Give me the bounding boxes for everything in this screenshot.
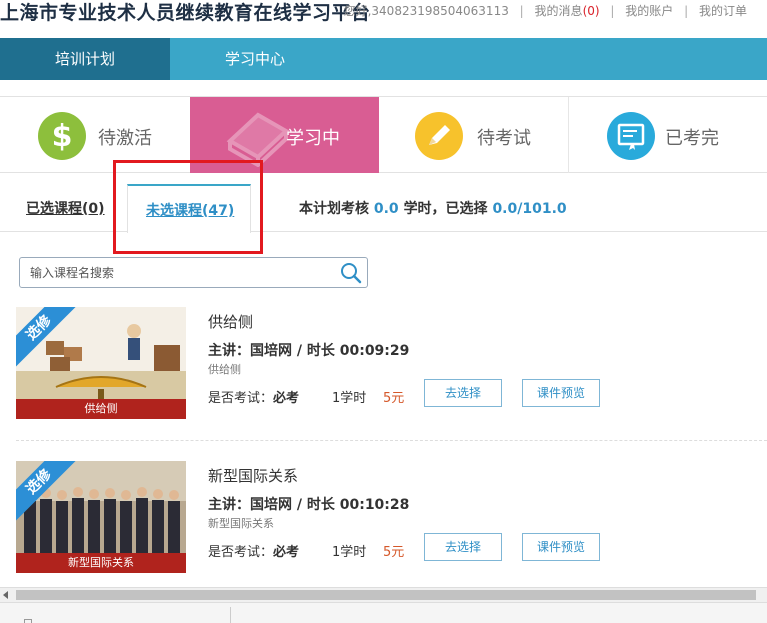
main-nav: 培训计划 学习中心 [0, 38, 767, 80]
certificate-icon [607, 112, 655, 160]
status-tab-label: 待激活 [98, 128, 152, 149]
status-tabs: $ 待激活 学习中 待考试 已考完 [0, 96, 767, 173]
tab-unselected-courses[interactable]: 未选课程(47) [146, 200, 234, 220]
course-hours: 1学时 [332, 545, 367, 560]
course-subtitle: 供给侧 [208, 363, 241, 376]
select-course-button[interactable]: 去选择 [424, 533, 502, 561]
course-thumbnail[interactable]: 选修 新型国际关系 [16, 461, 186, 573]
exam-value: 必考 [273, 391, 300, 406]
course-subtitle: 新型国际关系 [208, 517, 274, 530]
my-messages-link[interactable]: 我的消息(0) [535, 2, 600, 19]
search-icon[interactable] [339, 261, 363, 285]
exam-info: 是否考试：必考 [208, 541, 299, 560]
summary-prefix: 本计划考核 [299, 201, 369, 217]
user-links: 您好,340823198504063113 | 我的消息(0) | 我的账户 |… [344, 2, 747, 19]
status-tab-label: 已考完 [665, 128, 719, 149]
divider [230, 607, 231, 623]
scrollbar-thumb[interactable] [16, 590, 756, 600]
course-title[interactable]: 供给侧 [208, 311, 253, 332]
exam-label: 是否考试： [208, 391, 274, 406]
my-orders-link[interactable]: 我的订单 [699, 2, 747, 19]
pencil-icon [415, 112, 463, 160]
status-tab-label: 学习中 [286, 128, 340, 149]
separator: | [684, 4, 689, 18]
course-meta: 主讲：国培网 / 时长 00:10:28 [208, 497, 410, 513]
nav-tab-training-plan[interactable]: 培训计划 [0, 38, 170, 80]
scroll-left-icon[interactable] [3, 591, 8, 599]
user-greeting: 您好,340823198504063113 [343, 4, 509, 18]
preview-course-button[interactable]: 课件预览 [522, 379, 600, 407]
my-messages-label: 我的消息 [534, 4, 583, 18]
selected-hours: 0.0/101.0 [492, 201, 567, 217]
dollar-icon: $ [38, 112, 86, 160]
separator: | [519, 4, 524, 18]
top-bar: 上海市专业技术人员继续教育在线学习平台 您好,34082319850406311… [0, 0, 767, 38]
book-icon [220, 105, 295, 168]
status-tab-pending-activation[interactable]: $ 待激活 [0, 97, 190, 173]
course-search [19, 257, 368, 288]
select-course-button[interactable]: 去选择 [424, 379, 502, 407]
status-tab-studying[interactable]: 学习中 [190, 97, 379, 173]
search-input[interactable] [30, 264, 330, 282]
thumbnail-caption: 新型国际关系 [16, 553, 186, 573]
summary-mid: 学时，已选择 [403, 201, 488, 217]
svg-text:$: $ [52, 119, 73, 154]
preview-course-button[interactable]: 课件预览 [522, 533, 600, 561]
plan-summary: 本计划考核 0.0 学时，已选择 0.0/101.0 [299, 198, 567, 218]
course-item: 选修 供给侧 供给侧 主讲：国培网 / 时长 00:09:29 供给侧 是否考试… [16, 307, 767, 441]
site-title: 上海市专业技术人员继续教育在线学习平台 [0, 2, 371, 24]
status-tab-pending-exam[interactable]: 待考试 [379, 97, 569, 173]
course-title[interactable]: 新型国际关系 [208, 465, 298, 486]
tab-selected-courses[interactable]: 已选课程(0) [26, 198, 105, 218]
course-meta: 主讲：国培网 / 时长 00:09:29 [208, 343, 410, 359]
exam-value: 必考 [273, 545, 300, 560]
my-account-link[interactable]: 我的账户 [625, 2, 673, 19]
course-tabs: 已选课程(0) 未选课程(47) 本计划考核 0.0 学时，已选择 0.0/10… [0, 184, 767, 233]
course-price: 5元 [383, 545, 405, 560]
document-icon [24, 619, 32, 623]
status-tab-exam-completed[interactable]: 已考完 [569, 97, 767, 173]
horizontal-scrollbar[interactable] [0, 587, 767, 602]
exam-info: 是否考试：必考 [208, 387, 299, 406]
nav-tab-learning-center[interactable]: 学习中心 [170, 38, 340, 80]
separator: | [610, 4, 615, 18]
bottom-status-bar [0, 602, 767, 623]
course-hours: 1学时 [332, 391, 367, 406]
course-thumbnail[interactable]: 选修 供给侧 [16, 307, 186, 419]
status-tab-label: 待考试 [477, 128, 531, 149]
required-hours: 0.0 [373, 201, 399, 217]
messages-count: (0) [582, 4, 600, 18]
course-item: 选修 新型国际关系 新型国际关系 主讲：国培网 / 时长 00:10:28 新型… [16, 461, 767, 576]
thumbnail-caption: 供给侧 [16, 399, 186, 419]
course-price: 5元 [383, 391, 405, 406]
exam-label: 是否考试： [208, 545, 274, 560]
